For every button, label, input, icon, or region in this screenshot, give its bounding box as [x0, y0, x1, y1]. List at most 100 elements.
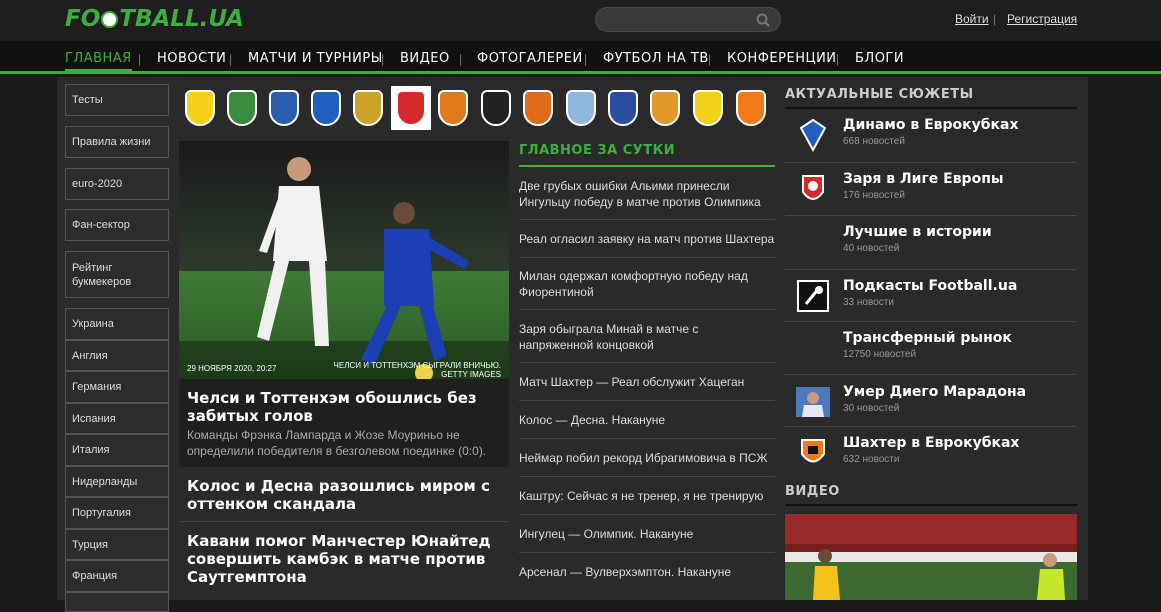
topic-item[interactable]: Умер Диего Марадона 30 новостей	[785, 384, 1077, 420]
topic-name[interactable]: Заря в Лиге Европы	[843, 171, 1004, 187]
sub-news-item[interactable]: Колос и Десна разошлись миром с оттенком…	[179, 477, 509, 513]
day-news-item[interactable]: Колос — Десна. Накануне	[519, 412, 775, 428]
crest-shape	[353, 90, 383, 126]
day-news-item[interactable]: Неймар побил рекорд Ибрагимовича в ПСЖ	[519, 450, 775, 466]
topic-name[interactable]: Динамо в Еврокубках	[843, 117, 1019, 133]
sidebar-item-tests[interactable]: Тесты	[65, 84, 169, 116]
club-crests-row	[180, 86, 775, 132]
dnipro-1-crest-icon[interactable]	[348, 86, 388, 130]
feature-photo[interactable]	[179, 141, 509, 379]
day-news-divider	[519, 400, 775, 401]
crest-shape	[736, 90, 766, 126]
day-news-item[interactable]: Две грубых ошибки Альими принесли Ингуль…	[519, 178, 775, 210]
topic-item[interactable]: Заря в Лиге Европы 176 новостей	[785, 171, 1077, 207]
day-news-item[interactable]: Арсенал — Вулверхэмптон. Накануне	[519, 564, 775, 580]
crest-shape	[693, 90, 723, 126]
sidebar-item-turkey[interactable]: Турция	[65, 529, 169, 560]
topic-count: 33 новости	[843, 297, 894, 308]
mynai-crest-icon[interactable]	[561, 86, 601, 130]
nav-separator: |	[459, 52, 463, 66]
video-underline	[785, 504, 1077, 506]
topic-count: 30 новостей	[843, 403, 900, 414]
nav-item-blogs[interactable]: БЛОГИ	[855, 51, 904, 66]
nav-item-main[interactable]: ГЛАВНАЯ	[65, 51, 132, 71]
nav-item-conferences[interactable]: КОНФЕРЕНЦИИ	[727, 51, 837, 66]
crest-shape	[481, 90, 511, 126]
topic-name[interactable]: Умер Диего Марадона	[843, 384, 1026, 400]
sub-news-divider	[179, 521, 509, 522]
topic-count: 176 новостей	[843, 190, 905, 201]
vorskla-crest-icon[interactable]	[222, 86, 262, 130]
day-news-item[interactable]: Милан одержал комфортную победу над Фиор…	[519, 268, 775, 300]
crest-shape	[269, 90, 299, 126]
topic-name[interactable]: Лучшие в истории	[843, 224, 992, 240]
feature-headline[interactable]: Челси и Тоттенхэм обошлись без забитых г…	[187, 389, 503, 425]
desna-crest-icon[interactable]	[264, 86, 304, 130]
topic-name[interactable]: Подкасты Football.ua	[843, 278, 1017, 294]
zorya-crest-icon	[795, 171, 831, 207]
sidebar-item-france[interactable]: Франция	[65, 560, 169, 592]
topic-item[interactable]: Динамо в Еврокубках 668 новостей	[785, 117, 1077, 153]
site-logo[interactable]: FO TBALL.UA	[65, 6, 244, 32]
topics-underline	[785, 107, 1077, 109]
sidebar-item-netherlands[interactable]: Нидерланды	[65, 466, 169, 497]
shakhtar-crest-icon[interactable]	[731, 86, 771, 130]
crest-shape	[227, 90, 257, 126]
logo-text-end: TBALL.UA	[119, 6, 244, 32]
topic-item[interactable]: Трансферный рынок 12750 новостей	[785, 330, 1077, 366]
login-link[interactable]: Войти	[955, 12, 989, 26]
register-link[interactable]: Регистрация	[1007, 12, 1077, 26]
sidebar-item-portugal[interactable]: Португалия	[65, 497, 169, 529]
logo-text-start: FO	[65, 6, 101, 32]
video-thumbnail[interactable]	[785, 514, 1077, 600]
topic-item[interactable]: Шахтер в Еврокубках 632 новости	[785, 435, 1077, 471]
day-news-item[interactable]: Матч Шахтер — Реал обслужит Хацеган	[519, 374, 775, 390]
zorya-crest-icon[interactable]	[391, 86, 431, 130]
day-news-item[interactable]: Реал огласил заявку на матч против Шахте…	[519, 231, 775, 247]
kolos-crest-icon[interactable]	[476, 86, 516, 130]
sidebar-item-euro-2020[interactable]: euro-2020	[65, 168, 169, 200]
feature-article[interactable]: 29 НОЯБРЯ 2020, 20:27 ЧЕЛСИ И ТОТТЕНХЭМ …	[179, 141, 509, 467]
oleksandria-crest-icon[interactable]	[180, 86, 220, 130]
day-news-item[interactable]: Заря обыграла Минай в матче с напряженно…	[519, 321, 775, 353]
topic-count: 12750 новостей	[843, 349, 917, 360]
sidebar-item-italy[interactable]: Италия	[65, 434, 169, 466]
topic-item[interactable]: Подкасты Football.ua 33 новости	[785, 278, 1077, 314]
dynamo-crest-icon	[795, 117, 831, 153]
topic-item[interactable]: Лучшие в истории 40 новостей	[785, 224, 1077, 260]
nav-item-photos[interactable]: ФОТОГАЛЕРЕИ	[477, 51, 583, 66]
auth-separator: |	[993, 12, 997, 26]
search-box[interactable]	[595, 7, 781, 32]
nav-item-matches[interactable]: МАТЧИ И ТУРНИРЫ	[248, 51, 383, 66]
sidebar-item-fan-sector[interactable]: Фан-сектор	[65, 209, 169, 241]
sidebar-item-england[interactable]: Англия	[65, 340, 169, 371]
sidebar-item-germany[interactable]: Германия	[65, 371, 169, 403]
sidebar-item-more[interactable]	[65, 592, 169, 612]
nav-separator: |	[229, 52, 233, 66]
search-input[interactable]	[606, 11, 756, 28]
nav-item-tv[interactable]: ФУТБОЛ НА ТВ	[603, 51, 709, 66]
day-news-underline	[519, 165, 775, 167]
video-thumbnail-image	[785, 514, 1077, 600]
search-icon[interactable]	[756, 13, 770, 27]
sub-news-item[interactable]: Кавани помог Манчестер Юнайтед совершить…	[179, 532, 509, 586]
rukh-lviv-crest-icon[interactable]	[688, 86, 728, 130]
topic-name[interactable]: Шахтер в Еврокубках	[843, 435, 1019, 451]
sidebar-item-spain[interactable]: Испания	[65, 403, 169, 434]
dynamo-crest-icon[interactable]	[306, 86, 346, 130]
day-news-title: ГЛАВНОЕ ЗА СУТКИ	[519, 143, 676, 158]
mariupol-crest-icon[interactable]	[518, 86, 558, 130]
sidebar-item-bookmakers[interactable]: Рейтинг букмекеров	[65, 251, 169, 298]
inhulets-crest-icon[interactable]	[433, 86, 473, 130]
day-news-divider	[519, 309, 775, 310]
day-news-item[interactable]: Ингулец — Олимпик. Накануне	[519, 526, 775, 542]
olimpik-crest-icon[interactable]	[603, 86, 643, 130]
nav-item-news[interactable]: НОВОСТИ	[157, 51, 226, 66]
topic-divider	[785, 269, 1077, 270]
sidebar-item-life-rules[interactable]: Правила жизни	[65, 126, 169, 158]
sidebar-item-ukraine[interactable]: Украина	[65, 308, 169, 340]
day-news-item[interactable]: Каштру: Сейчас я не тренер, я не трениру…	[519, 488, 775, 504]
topic-name[interactable]: Трансферный рынок	[843, 330, 1012, 346]
nav-item-video[interactable]: ВИДЕО	[400, 51, 450, 66]
rukh-crest-icon[interactable]	[645, 86, 685, 130]
